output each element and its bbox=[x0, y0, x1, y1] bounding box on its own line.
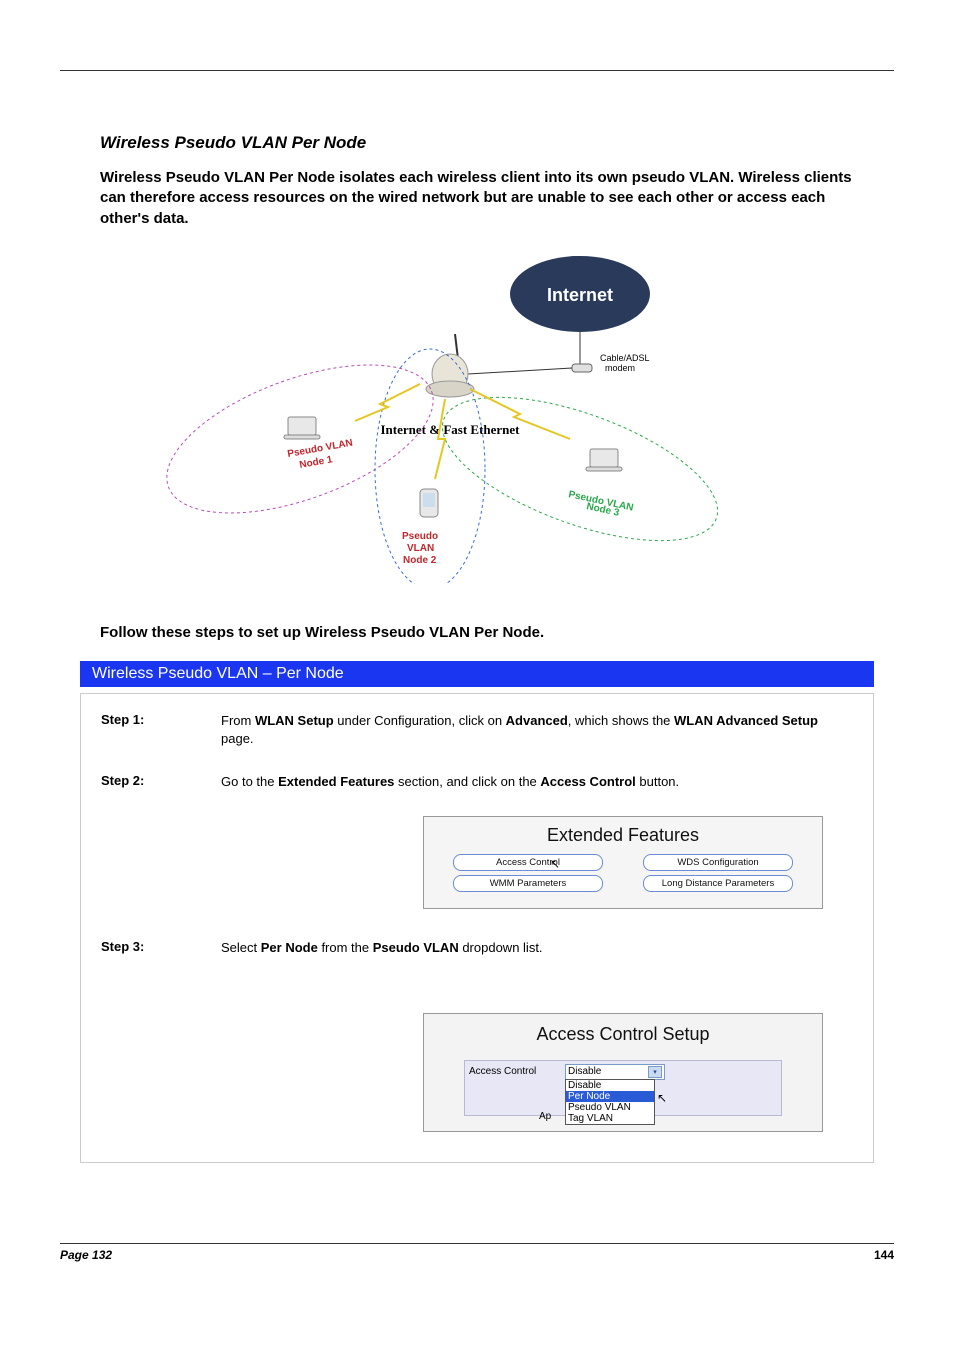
t: Go to the bbox=[221, 774, 278, 789]
footer: Page 132 144 bbox=[0, 1243, 954, 1262]
footer-rule bbox=[60, 1243, 894, 1244]
step-1-text: From WLAN Setup under Configuration, cli… bbox=[221, 712, 853, 748]
step-3-label: Step 3: bbox=[101, 939, 221, 954]
internet-label: Internet bbox=[547, 285, 613, 305]
step-2-label: Step 2: bbox=[101, 773, 221, 788]
step-1: Step 1: From WLAN Setup under Configurat… bbox=[101, 712, 853, 748]
modem-label-1: Cable/ADSL bbox=[600, 353, 650, 363]
t: page. bbox=[221, 731, 254, 746]
access-control-setup-screenshot: Access Control Setup Access Control Disa… bbox=[423, 1013, 823, 1132]
step-1-label: Step 1: bbox=[101, 712, 221, 727]
dropdown-option[interactable]: Disable bbox=[566, 1080, 654, 1091]
apply-button-partial[interactable]: Ap bbox=[539, 1111, 551, 1122]
t: , which shows the bbox=[568, 713, 674, 728]
center-label: Internet & Fast Ethernet bbox=[381, 422, 521, 437]
dropdown-selected: Disable bbox=[568, 1066, 601, 1077]
step-3: Step 3: Select Per Node from the Pseudo … bbox=[101, 939, 853, 957]
node2-b: VLAN bbox=[407, 543, 434, 554]
t: section, and click on the bbox=[394, 774, 540, 789]
t: Extended Features bbox=[278, 774, 394, 789]
extended-features-title: Extended Features bbox=[436, 825, 810, 846]
section-heading: Wireless Pseudo VLAN Per Node bbox=[0, 81, 954, 168]
long-distance-parameters-button[interactable]: Long Distance Parameters bbox=[643, 875, 793, 892]
access-control-setup-title: Access Control Setup bbox=[434, 1024, 812, 1045]
procedure-box: Step 1: From WLAN Setup under Configurat… bbox=[80, 693, 874, 1163]
t: Access Control bbox=[540, 774, 639, 789]
modem-label-2: modem bbox=[605, 363, 635, 373]
follow-text: Follow these steps to set up Wireless Ps… bbox=[0, 614, 954, 661]
header-rule bbox=[60, 70, 894, 71]
access-control-inner: Access Control Disable ▾ Disable Per Nod… bbox=[464, 1060, 782, 1116]
t: WLAN Advanced Setup bbox=[674, 713, 818, 728]
t: from the bbox=[318, 940, 373, 955]
node2-a: Pseudo bbox=[402, 531, 438, 542]
t: button. bbox=[639, 774, 679, 789]
t: Pseudo VLAN bbox=[373, 940, 459, 955]
intro-paragraph: Wireless Pseudo VLAN Per Node isolates e… bbox=[0, 168, 954, 239]
cursor-icon: ↖ bbox=[657, 1091, 667, 1105]
page-number: 144 bbox=[60, 1248, 894, 1262]
extended-features-screenshot: Extended Features Access Control ↖ WDS C… bbox=[423, 816, 823, 909]
t: dropdown list. bbox=[459, 940, 543, 955]
dropdown-option-selected[interactable]: Per Node bbox=[566, 1091, 654, 1102]
t: Per Node bbox=[261, 940, 318, 955]
t: Advanced bbox=[506, 713, 568, 728]
cursor-icon: ↖ bbox=[550, 857, 560, 871]
t: WLAN Setup bbox=[255, 713, 334, 728]
dropdown-list[interactable]: Disable Per Node Pseudo VLAN Tag VLAN bbox=[565, 1079, 655, 1125]
step-2: Step 2: Go to the Extended Features sect… bbox=[101, 773, 853, 791]
t: From bbox=[221, 713, 255, 728]
chevron-down-icon: ▾ bbox=[648, 1066, 662, 1078]
wds-configuration-button[interactable]: WDS Configuration bbox=[643, 854, 793, 871]
dropdown-option[interactable]: Pseudo VLAN bbox=[566, 1102, 654, 1113]
t: Select bbox=[221, 940, 261, 955]
access-control-key: Access Control bbox=[469, 1066, 559, 1077]
access-control-dropdown[interactable]: Disable ▾ bbox=[565, 1064, 665, 1080]
node2-c: Node 2 bbox=[403, 555, 437, 566]
wmm-parameters-button[interactable]: WMM Parameters bbox=[453, 875, 603, 892]
t: under Configuration, click on bbox=[334, 713, 506, 728]
access-control-button[interactable]: Access Control ↖ bbox=[453, 854, 603, 871]
procedure-title-bar: Wireless Pseudo VLAN – Per Node bbox=[80, 661, 874, 687]
step-3-text: Select Per Node from the Pseudo VLAN dro… bbox=[221, 939, 853, 957]
dropdown-option[interactable]: Tag VLAN bbox=[566, 1113, 654, 1124]
step-2-text: Go to the Extended Features section, and… bbox=[221, 773, 853, 791]
network-diagram: Internet Cable/ADSL modem Internet & Fas… bbox=[100, 239, 854, 584]
